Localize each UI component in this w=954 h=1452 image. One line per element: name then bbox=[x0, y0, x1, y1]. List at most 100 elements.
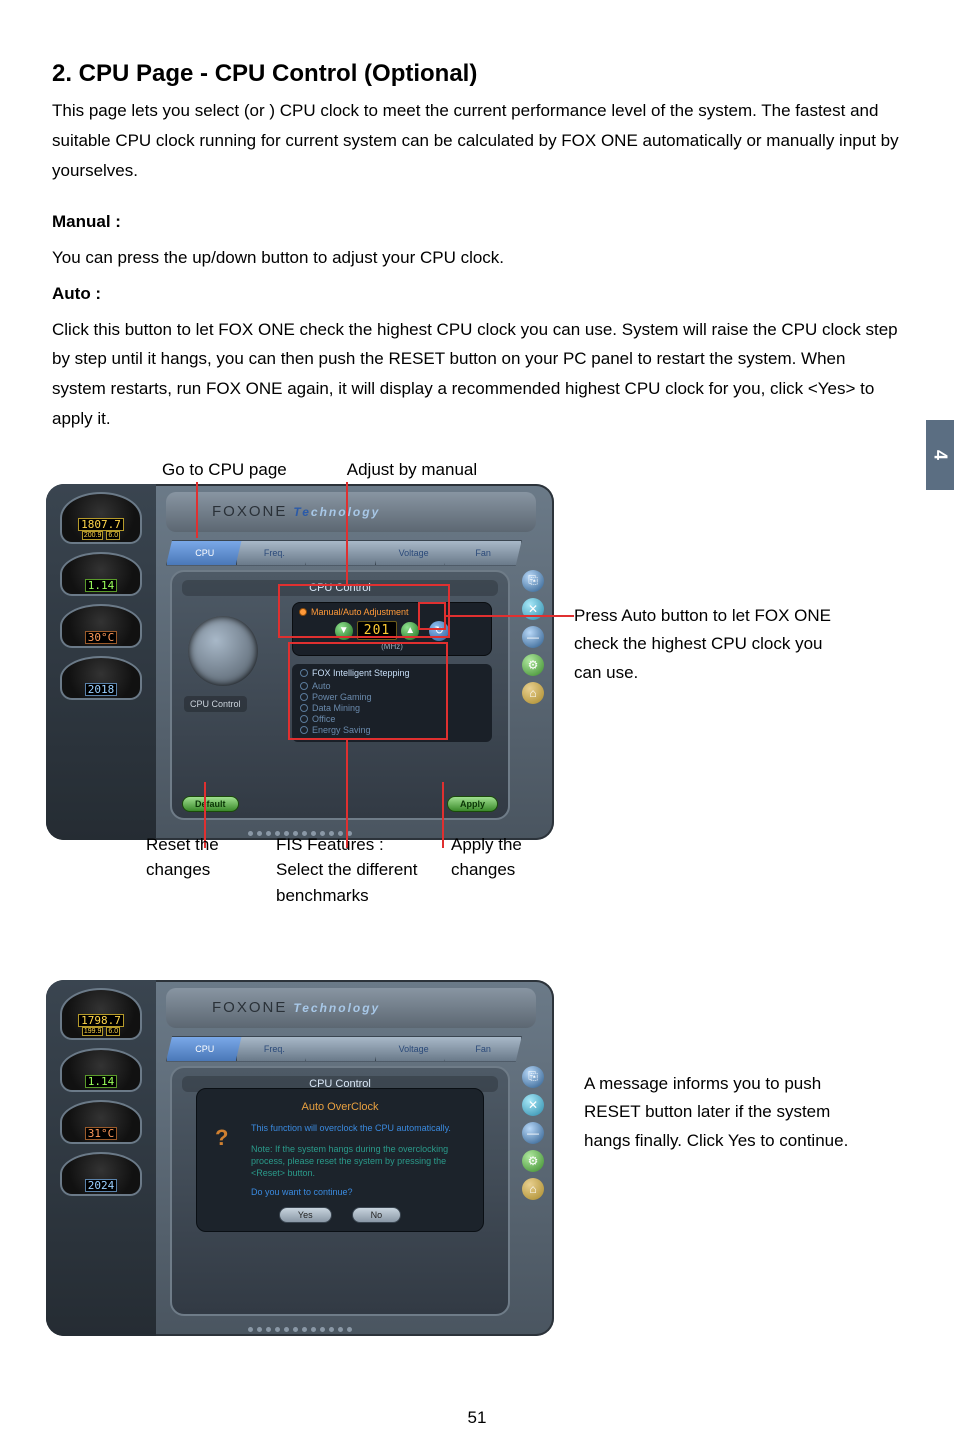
freq-up-button[interactable]: ▲ bbox=[401, 622, 419, 640]
callout-reset: Reset the changes bbox=[146, 832, 276, 909]
window-controls: ⎘ ✕ — ⚙ ⌂ bbox=[522, 570, 544, 704]
callout-auto-description: Press Auto button to let FOX ONE check t… bbox=[574, 602, 844, 689]
intro-paragraph: This page lets you select (or ) CPU cloc… bbox=[52, 96, 902, 185]
gauge-fsb-value: 200.9 bbox=[82, 531, 104, 540]
manual-label: Manual : bbox=[52, 207, 902, 237]
home-button[interactable]: ⌂ bbox=[522, 682, 544, 704]
tab-freq[interactable]: Freq. bbox=[236, 1036, 314, 1062]
titlebar: FOXONE Technology bbox=[166, 492, 536, 532]
brand-text: FOXONE bbox=[212, 503, 287, 520]
fis-opt-energy: Energy Saving bbox=[312, 725, 371, 735]
tab-voltage[interactable]: Voltage bbox=[375, 1036, 453, 1062]
window-controls: ⎘ ✕ — ⚙ ⌂ bbox=[522, 1066, 544, 1200]
gauge-multi-value: 6.0 bbox=[106, 531, 120, 540]
sidebar: 1798.7 199.9 6.0 1.14 31°C 2024 bbox=[46, 980, 156, 1336]
cpu-icon bbox=[188, 616, 258, 686]
figure-2: 1798.7 199.9 6.0 1.14 31°C 2024 FOXONE bbox=[52, 980, 902, 1336]
tab-limit[interactable] bbox=[305, 540, 383, 566]
close-button[interactable]: ✕ bbox=[522, 598, 544, 620]
fis-section: FOX Intelligent Stepping Auto Power Gami… bbox=[292, 664, 492, 742]
auto-text: Click this button to let FOX ONE check t… bbox=[52, 315, 902, 434]
gauge-temp-value: 30°C bbox=[85, 631, 118, 644]
tab-voltage[interactable]: Voltage bbox=[375, 540, 453, 566]
fis-opt-power: Power Gaming bbox=[312, 692, 372, 702]
sidebar: 1807.7 200.9 6.0 1.14 30°C 2018 bbox=[46, 484, 156, 840]
cpu-control-panel: CPU Control CPU Control Manual/Auto Adju… bbox=[170, 570, 510, 820]
default-button[interactable]: Default bbox=[182, 796, 239, 812]
auto-label: Auto : bbox=[52, 279, 902, 309]
tab-cpu[interactable]: CPU bbox=[166, 540, 244, 566]
no-button[interactable]: No bbox=[352, 1207, 402, 1223]
brand-tech: Technology bbox=[293, 1001, 380, 1015]
gauge-multi-value: 6.0 bbox=[106, 1027, 120, 1036]
gauge-voltage: 1.14 bbox=[60, 1048, 142, 1092]
apply-button[interactable]: Apply bbox=[447, 796, 498, 812]
callout-goto-cpu: Go to CPU page bbox=[162, 460, 287, 480]
dialog-message: This function will overclock the CPU aut… bbox=[251, 1123, 469, 1135]
callout-dialog-description: A message informs you to push RESET butt… bbox=[584, 1070, 864, 1157]
fis-opt-auto: Auto bbox=[312, 681, 331, 691]
manual-auto-label: Manual/Auto Adjustment bbox=[311, 607, 409, 617]
gauge-cpu-freq-value: 1807.7 bbox=[78, 518, 124, 531]
fis-opt-office: Office bbox=[312, 714, 335, 724]
tab-freq[interactable]: Freq. bbox=[236, 540, 314, 566]
tab-cpu[interactable]: CPU bbox=[166, 1036, 244, 1062]
skin-button[interactable]: ⎘ bbox=[522, 570, 544, 592]
page-number: 51 bbox=[0, 1408, 954, 1428]
manual-text: You can press the up/down button to adju… bbox=[52, 243, 902, 273]
minimize-button[interactable]: — bbox=[522, 1122, 544, 1144]
cpu-control-label: CPU Control bbox=[184, 696, 247, 712]
auto-overclock-button[interactable]: ↻ bbox=[429, 621, 449, 641]
fis-opt-radio[interactable] bbox=[300, 704, 308, 712]
foxone-app: 1807.7 200.9 6.0 1.14 30°C 2018 FOXONE bbox=[46, 484, 554, 840]
close-button[interactable]: ✕ bbox=[522, 1094, 544, 1116]
dialog-note: Note: If the system hangs during the ove… bbox=[251, 1144, 469, 1179]
yes-button[interactable]: Yes bbox=[279, 1207, 332, 1223]
fis-opt-data: Data Mining bbox=[312, 703, 360, 713]
tab-bar: CPU Freq. Voltage Fan bbox=[166, 540, 514, 566]
dialog-title: Auto OverClock bbox=[211, 1101, 469, 1113]
home-button[interactable]: ⌂ bbox=[522, 1178, 544, 1200]
gauge-cpu-freq-value: 1798.7 bbox=[78, 1014, 124, 1027]
minimize-button[interactable]: — bbox=[522, 626, 544, 648]
fis-opt-radio[interactable] bbox=[300, 693, 308, 701]
mhz-label: (MHz) bbox=[299, 642, 485, 651]
tab-fan[interactable]: Fan bbox=[444, 1036, 522, 1062]
gauge-voltage-value: 1.14 bbox=[85, 1075, 118, 1088]
page-heading: 2. CPU Page - CPU Control (Optional) bbox=[52, 60, 902, 88]
gauge-voltage: 1.14 bbox=[60, 552, 142, 596]
fis-opt-radio[interactable] bbox=[300, 682, 308, 690]
gauge-cpu-freq: 1807.7 200.9 6.0 bbox=[60, 492, 142, 544]
gauge-voltage-value: 1.14 bbox=[85, 579, 118, 592]
settings-button[interactable]: ⚙ bbox=[522, 654, 544, 676]
gauge-fan-value: 2024 bbox=[85, 1179, 118, 1192]
panel-header: CPU Control bbox=[182, 580, 498, 596]
gauge-temp-value: 31°C bbox=[85, 1127, 118, 1140]
gauge-fan: 2024 bbox=[60, 1152, 142, 1196]
settings-button[interactable]: ⚙ bbox=[522, 1150, 544, 1172]
tab-bar: CPU Freq. Voltage Fan bbox=[166, 1036, 514, 1062]
tab-fan[interactable]: Fan bbox=[444, 540, 522, 566]
foxone-app-dialog: 1798.7 199.9 6.0 1.14 31°C 2024 FOXONE bbox=[46, 980, 554, 1336]
auto-overclock-dialog: ? Auto OverClock This function will over… bbox=[196, 1088, 484, 1233]
fis-opt-radio[interactable] bbox=[300, 715, 308, 723]
freq-down-button[interactable]: ▼ bbox=[335, 622, 353, 640]
gauge-temp: 31°C bbox=[60, 1100, 142, 1144]
skin-button[interactable]: ⎘ bbox=[522, 1066, 544, 1088]
figure-1: Go to CPU page Adjust by manual 1807.7 2… bbox=[52, 462, 902, 840]
brand-tech-1: Te bbox=[293, 505, 311, 519]
radio-manual-auto-icon[interactable] bbox=[299, 608, 307, 616]
titlebar: FOXONE Technology bbox=[166, 988, 536, 1028]
page-content: 2. CPU Page - CPU Control (Optional) Thi… bbox=[0, 0, 954, 1356]
fis-radio-icon[interactable] bbox=[300, 669, 308, 677]
fis-opt-radio[interactable] bbox=[300, 726, 308, 734]
manual-auto-section: Manual/Auto Adjustment ▼ 201 ▲ ↻ (MHz) bbox=[292, 602, 492, 656]
question-icon: ? bbox=[215, 1125, 243, 1153]
tab-limit[interactable] bbox=[305, 1036, 383, 1062]
gauge-fsb-value: 199.9 bbox=[82, 1027, 104, 1036]
gauge-fan-value: 2018 bbox=[85, 683, 118, 696]
fis-header: FOX Intelligent Stepping bbox=[312, 668, 410, 678]
callout-fis: FIS Features : Select the different benc… bbox=[276, 832, 451, 909]
gauge-temp: 30°C bbox=[60, 604, 142, 648]
callout-apply: Apply the changes bbox=[451, 832, 551, 909]
